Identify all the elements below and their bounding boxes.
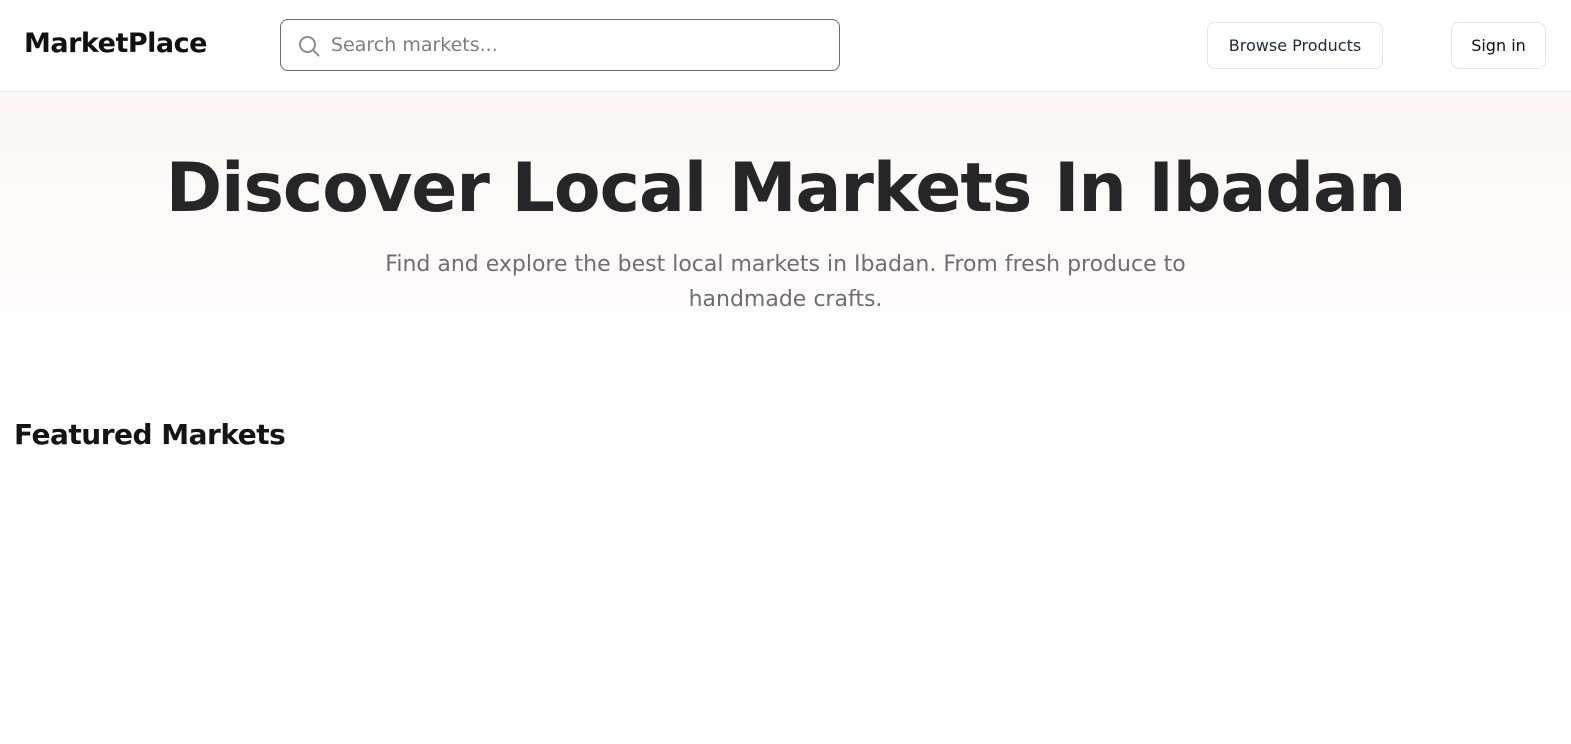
top-navbar: MarketPlace Browse Products Sign in xyxy=(0,0,1571,92)
search-input[interactable] xyxy=(331,21,821,69)
browse-products-button[interactable]: Browse Products xyxy=(1207,22,1383,69)
hero-section: Discover Local Markets In Ibadan Find an… xyxy=(0,93,1571,355)
search-bar[interactable] xyxy=(280,19,840,71)
featured-markets-heading: Featured Markets xyxy=(14,418,286,451)
hero-title: Discover Local Markets In Ibadan xyxy=(165,149,1407,228)
hero-subtitle: Find and explore the best local markets … xyxy=(385,252,1186,312)
brand-logo[interactable]: MarketPlace xyxy=(24,26,207,62)
search-icon xyxy=(297,34,321,58)
sign-in-button[interactable]: Sign in xyxy=(1451,22,1546,69)
